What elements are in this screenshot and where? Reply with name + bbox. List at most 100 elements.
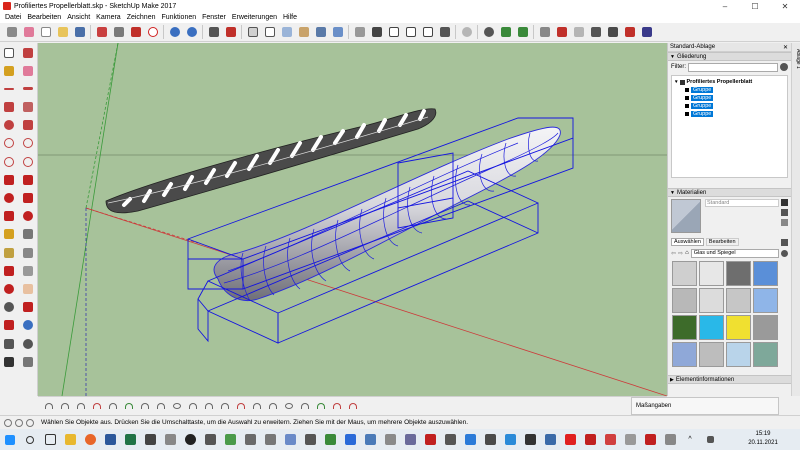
task-view-icon[interactable] — [42, 432, 58, 448]
vertex-icon[interactable] — [282, 400, 295, 413]
tray-side-tab[interactable]: Ablage 1 — [791, 43, 800, 396]
details-arrow-icon[interactable] — [781, 249, 788, 257]
app-icon[interactable] — [202, 432, 218, 448]
union-icon[interactable] — [515, 25, 530, 40]
sandbox-icon[interactable] — [459, 25, 474, 40]
scenes-icon[interactable] — [622, 25, 637, 40]
pan-icon[interactable] — [20, 281, 35, 296]
arc-icon[interactable] — [1, 136, 16, 151]
make-component-icon[interactable] — [20, 45, 35, 60]
bezier-edit-icon[interactable] — [314, 400, 327, 413]
material-swatch[interactable] — [672, 315, 697, 340]
material-swatch[interactable] — [699, 288, 724, 313]
menu-erweiterungen[interactable]: Erweiterungen — [229, 14, 280, 21]
new-file-icon[interactable] — [38, 25, 53, 40]
app-icon[interactable] — [362, 432, 378, 448]
rectangle-icon[interactable] — [1, 100, 16, 115]
photos-icon[interactable] — [142, 432, 158, 448]
app-icon[interactable] — [602, 432, 618, 448]
menu-bearbeiten[interactable]: Bearbeiten — [24, 14, 64, 21]
materials-section-header[interactable]: ▼ Materialien — [668, 188, 791, 197]
menu-funktionen[interactable]: Funktionen — [158, 14, 199, 21]
catmull-icon[interactable] — [106, 400, 119, 413]
preview-icon[interactable] — [605, 25, 620, 40]
app-icon[interactable] — [642, 432, 658, 448]
close-window-button[interactable]: ✕ — [770, 0, 800, 12]
arc-tool-icon[interactable] — [42, 400, 55, 413]
section-plane-icon[interactable] — [20, 354, 35, 369]
selected-blade[interactable] — [187, 117, 574, 344]
delete-icon[interactable] — [145, 25, 160, 40]
dimension-icon[interactable] — [20, 227, 35, 242]
menu-datei[interactable]: Datei — [2, 14, 24, 21]
polyline-icon[interactable] — [138, 400, 151, 413]
rotate-icon[interactable] — [1, 191, 16, 206]
material-swatch[interactable] — [726, 342, 751, 367]
menu-kamera[interactable]: Kamera — [93, 14, 124, 21]
user-icon[interactable] — [26, 418, 34, 427]
left-view-icon[interactable] — [437, 25, 452, 40]
material-swatch[interactable] — [726, 288, 751, 313]
material-swatch[interactable] — [699, 261, 724, 286]
edit-bspline-icon[interactable] — [298, 400, 311, 413]
tray-close-icon[interactable]: ✕ — [783, 44, 791, 51]
material-swatch[interactable] — [726, 261, 751, 286]
circle-icon[interactable] — [1, 118, 16, 133]
hidden-line-icon[interactable] — [262, 25, 277, 40]
forward-arrow-icon[interactable]: ⇨ — [678, 250, 683, 257]
offset-icon[interactable] — [20, 209, 35, 224]
outline-group-item[interactable]: Gruppe — [675, 102, 784, 110]
redo-icon[interactable] — [184, 25, 199, 40]
save-icon[interactable] — [72, 25, 87, 40]
outline-group-item[interactable]: Gruppe — [675, 110, 784, 118]
measurements-box[interactable]: Maßangaben — [631, 397, 779, 415]
model-info-icon[interactable] — [223, 25, 238, 40]
material-swatch[interactable] — [672, 342, 697, 367]
wireframe-icon[interactable] — [245, 25, 260, 40]
outline-filter-input[interactable] — [688, 62, 778, 72]
orbit-icon[interactable] — [1, 281, 16, 296]
app-icon[interactable] — [562, 432, 578, 448]
material-swatch[interactable] — [753, 288, 778, 313]
rotated-rectangle-icon[interactable] — [20, 100, 35, 115]
menu-fenster[interactable]: Fenster — [199, 14, 229, 21]
undo-icon[interactable] — [167, 25, 182, 40]
front-view-icon[interactable] — [386, 25, 401, 40]
cubic-bezier-icon[interactable] — [218, 400, 231, 413]
walk-icon[interactable] — [1, 354, 16, 369]
app-icon[interactable] — [322, 432, 338, 448]
freehand-curve-icon[interactable] — [58, 400, 71, 413]
paint-bucket-icon[interactable] — [1, 63, 16, 78]
monochrome-icon[interactable] — [313, 25, 328, 40]
sketchup-taskbar-icon[interactable] — [222, 432, 238, 448]
three-point-arc-icon[interactable] — [1, 154, 16, 169]
circle-curve-icon[interactable] — [170, 400, 183, 413]
menu-hilfe[interactable]: Hilfe — [280, 14, 300, 21]
app-icon[interactable] — [262, 432, 278, 448]
open-folder-icon[interactable] — [55, 25, 70, 40]
segment-icon[interactable] — [266, 400, 279, 413]
tape-measure-icon[interactable] — [1, 227, 16, 242]
spline-icon[interactable] — [90, 400, 103, 413]
follow-me-icon[interactable] — [20, 191, 35, 206]
default-material-icon[interactable] — [781, 219, 788, 226]
move-icon[interactable] — [1, 172, 16, 187]
app-icon[interactable] — [582, 432, 598, 448]
outline-root[interactable]: ▾ Profiliertes Propellerblatt — [675, 78, 784, 86]
maximize-button[interactable]: ☐ — [740, 0, 770, 12]
shaded-icon[interactable] — [279, 25, 294, 40]
app-icon[interactable] — [402, 432, 418, 448]
layout-icon[interactable] — [571, 25, 586, 40]
zoom-icon[interactable] — [1, 300, 16, 315]
file-explorer-icon[interactable] — [62, 432, 78, 448]
outline-group-item[interactable]: Gruppe — [675, 86, 784, 94]
print-icon[interactable] — [206, 25, 221, 40]
share-model-icon[interactable] — [588, 25, 603, 40]
outline-group-item[interactable]: Gruppe — [675, 94, 784, 102]
curve-edit-icon[interactable] — [234, 400, 247, 413]
position-camera-icon[interactable] — [1, 336, 16, 351]
zoom-extents-icon[interactable] — [1, 318, 16, 333]
divider-icon[interactable] — [154, 400, 167, 413]
create-material-icon[interactable] — [781, 209, 788, 216]
material-swatch[interactable] — [726, 315, 751, 340]
